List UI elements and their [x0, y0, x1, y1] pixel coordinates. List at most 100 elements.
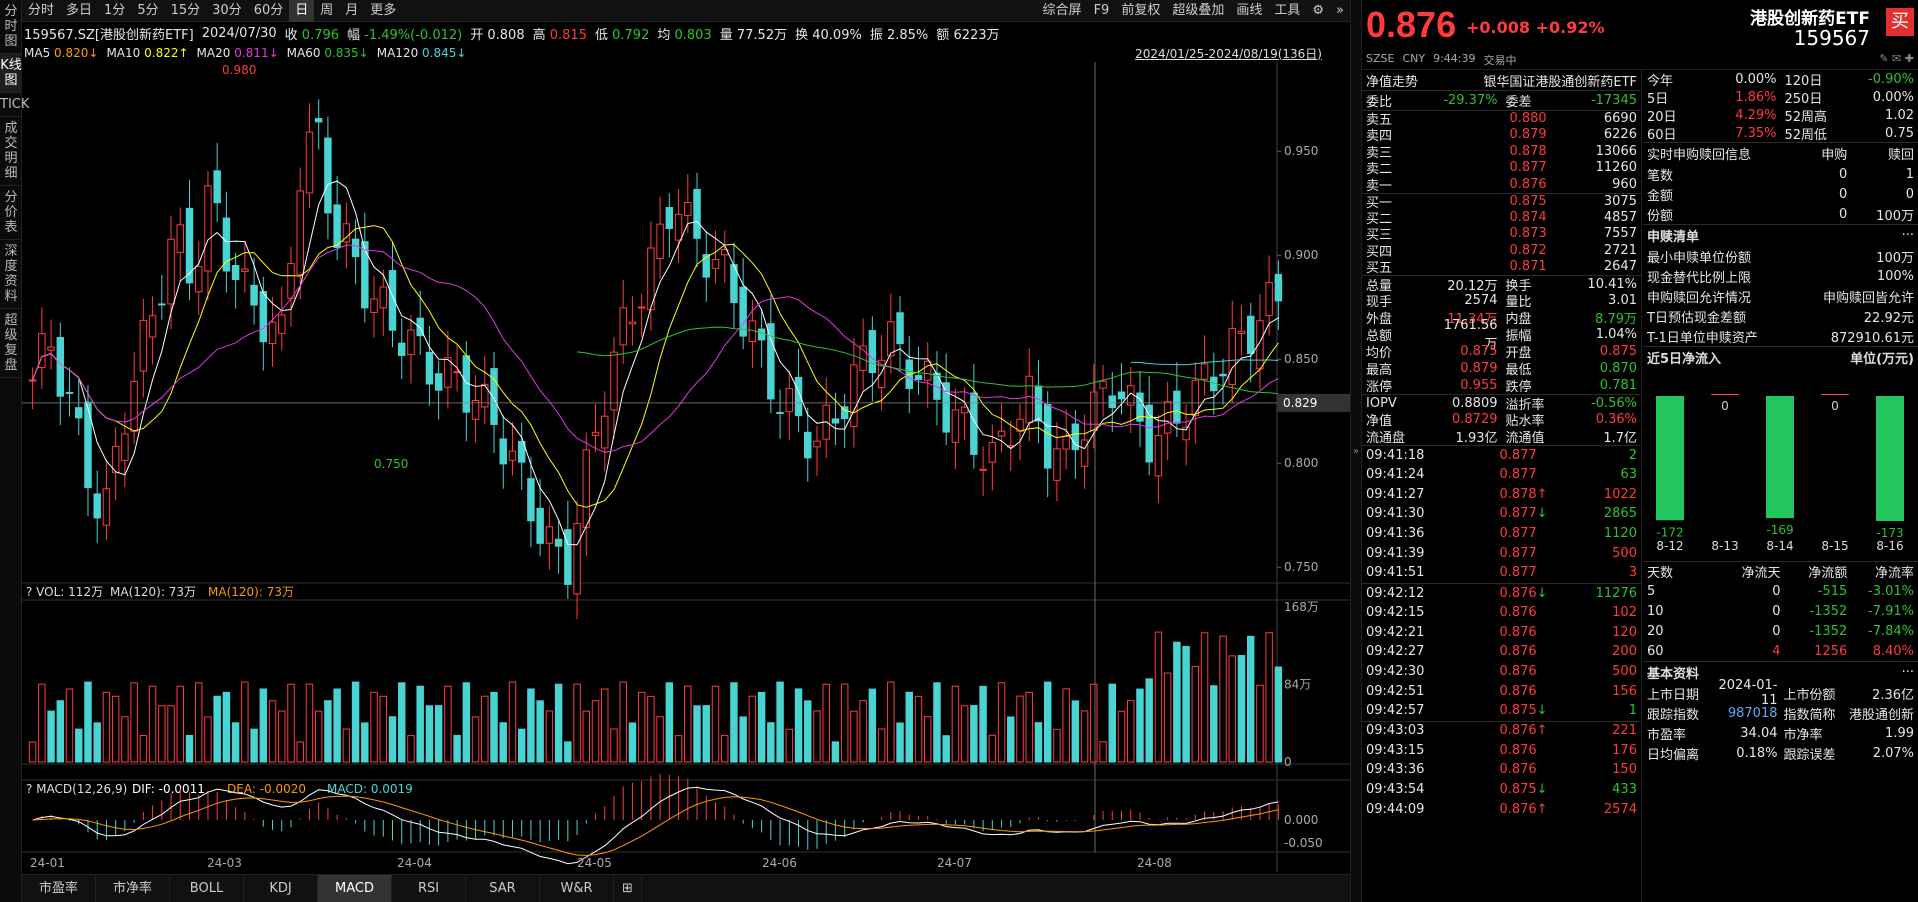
sg-value: 0 — [1838, 186, 1848, 202]
candle-body — [167, 238, 175, 305]
basic-value: 2.07% — [1872, 745, 1914, 761]
candle-body — [1062, 436, 1070, 450]
volume-bar — [222, 691, 231, 763]
candle-body — [241, 268, 249, 272]
basic-label: 指数简称 — [1783, 707, 1836, 723]
volume-bar — [102, 691, 111, 763]
left-tab[interactable]: TICK — [0, 93, 29, 117]
volume-bar — [831, 741, 840, 763]
toolbar-button[interactable]: 超级叠加 — [1166, 0, 1230, 22]
add-tab-icon[interactable]: ⊞ — [614, 875, 642, 902]
indicator-tab[interactable]: KDJ — [244, 875, 318, 902]
volume-bar — [259, 688, 268, 763]
candle-body — [1173, 390, 1181, 424]
inflow-date: 8-13 — [1711, 539, 1738, 553]
tick-price: 0.876 — [1456, 762, 1546, 777]
toolbar-icons[interactable]: ✎ ✉ ✚ — [1879, 52, 1914, 65]
tick-price: 0.876 — [1456, 644, 1546, 659]
tick-time: 09:41:24 — [1366, 467, 1425, 483]
stat-value: 10.41% — [1587, 276, 1637, 292]
candle-body — [65, 391, 74, 394]
tick-time: 09:41:51 — [1366, 565, 1425, 581]
tick-row: 09:44:09 0.876↑ 2574 — [1362, 799, 1641, 819]
basic-label: 跟踪指数 — [1647, 707, 1700, 723]
toolbar-button[interactable]: F9 — [1088, 0, 1116, 22]
candle-body — [757, 328, 766, 341]
nav-row: 净值走势 银华国证港股通创新药ETF — [1362, 70, 1641, 90]
perf-value: 0.75 — [1885, 125, 1914, 141]
inflow-bar — [1876, 396, 1904, 521]
volume-bar — [564, 741, 572, 763]
date-range[interactable]: 2024/01/25-2024/08/19(136日) — [1135, 45, 1322, 62]
period-tab[interactable]: 分时 — [22, 0, 60, 22]
toolbar-button[interactable]: 工具 — [1268, 0, 1306, 22]
volume-bar — [194, 682, 203, 763]
candle-body — [148, 315, 157, 338]
period-tab[interactable]: 更多 — [364, 0, 402, 22]
indicator-tab[interactable]: 市盈率 — [22, 875, 96, 902]
period-tab[interactable]: 月 — [339, 0, 364, 22]
volume-bar — [1117, 710, 1126, 763]
volume-bar — [702, 705, 710, 763]
left-tab[interactable]: 分价表 — [0, 186, 22, 240]
quote-time: 9:44:39 — [1433, 52, 1476, 65]
left-tab[interactable]: 超级复盘 — [0, 309, 22, 378]
volume-bar — [481, 695, 489, 763]
macd-tick-label: 0.000 — [1284, 813, 1318, 827]
indicator-tab[interactable]: SAR — [466, 875, 540, 902]
volume-bar — [130, 682, 138, 763]
tick-arrow-icon: ↓ — [1536, 782, 1548, 798]
expand-icon[interactable]: » — [1330, 0, 1350, 22]
volume-bar — [517, 728, 526, 763]
min-price-label: 0.750 — [374, 457, 408, 471]
collapse-handle[interactable]: » — [1350, 0, 1362, 902]
volume-bar — [647, 695, 655, 763]
volume-bar — [988, 734, 997, 763]
sg-label: 笔数 — [1647, 168, 1674, 184]
candle-body — [121, 433, 129, 461]
left-tab[interactable]: 成交明细 — [0, 117, 22, 186]
left-tab[interactable]: 深度资料 — [0, 240, 22, 309]
candle-body — [268, 321, 277, 345]
volume-bar — [1108, 683, 1117, 763]
basic-row: 跟踪指数 987018 指数简称 港股通创新 — [1643, 703, 1918, 723]
iopv-row: 流通盘 1.93亿 流通值 1.7亿 — [1362, 428, 1641, 446]
toolbar-button[interactable]: 前复权 — [1115, 0, 1166, 22]
tick-price: 0.877 — [1456, 546, 1546, 561]
indicator-tab[interactable]: MACD — [318, 875, 392, 902]
left-tab[interactable]: K线图 — [0, 54, 22, 93]
period-tab[interactable]: 日 — [289, 0, 315, 22]
tick-row: 09:41:18 0.877 2 — [1362, 445, 1641, 465]
sgl-row: T-1日单位申赎资产 872910.61元 — [1643, 326, 1918, 346]
settings-icon[interactable]: ⚙ — [1306, 0, 1330, 22]
buy-button[interactable]: 买 — [1886, 8, 1914, 36]
volume-bar — [250, 728, 258, 763]
candle-body — [333, 204, 341, 249]
indicator-tab[interactable]: 市净率 — [96, 875, 170, 902]
toolbar-button[interactable]: 画线 — [1230, 0, 1268, 22]
x-tick-label: 24-03 — [207, 856, 242, 870]
basic-label: 日均偏离 — [1647, 747, 1700, 763]
period-tab[interactable]: 30分 — [206, 0, 248, 22]
indicator-tab[interactable]: W&R — [540, 875, 614, 902]
period-tab[interactable]: 1分 — [98, 0, 131, 22]
kline-chart[interactable]: 0.950 0.900 0.850 0.800 0.750 0.980 0.750 0.829… — [22, 62, 1350, 872]
indicator-tab[interactable]: RSI — [392, 875, 466, 902]
left-tab[interactable]: 分时图 — [0, 0, 22, 54]
period-tab[interactable]: 周 — [314, 0, 339, 22]
volume-bar — [65, 688, 74, 763]
x-tick-label: 24-05 — [577, 856, 612, 870]
period-tab[interactable]: 15分 — [165, 0, 207, 22]
period-tab[interactable]: 多日 — [60, 0, 98, 22]
inflow-value: 0 — [1721, 399, 1729, 413]
volume-bar — [850, 710, 858, 763]
period-tab[interactable]: 5分 — [131, 0, 164, 22]
vol-tick-label: 168万 — [1284, 600, 1319, 614]
candle-body — [702, 254, 710, 278]
candle-body — [619, 307, 627, 346]
volume-bar — [28, 741, 37, 763]
toolbar-button[interactable]: 综合屏 — [1037, 0, 1088, 22]
period-tab[interactable]: 60分 — [248, 0, 290, 22]
volume-bar — [757, 691, 766, 763]
indicator-tab[interactable]: BOLL — [170, 875, 244, 902]
